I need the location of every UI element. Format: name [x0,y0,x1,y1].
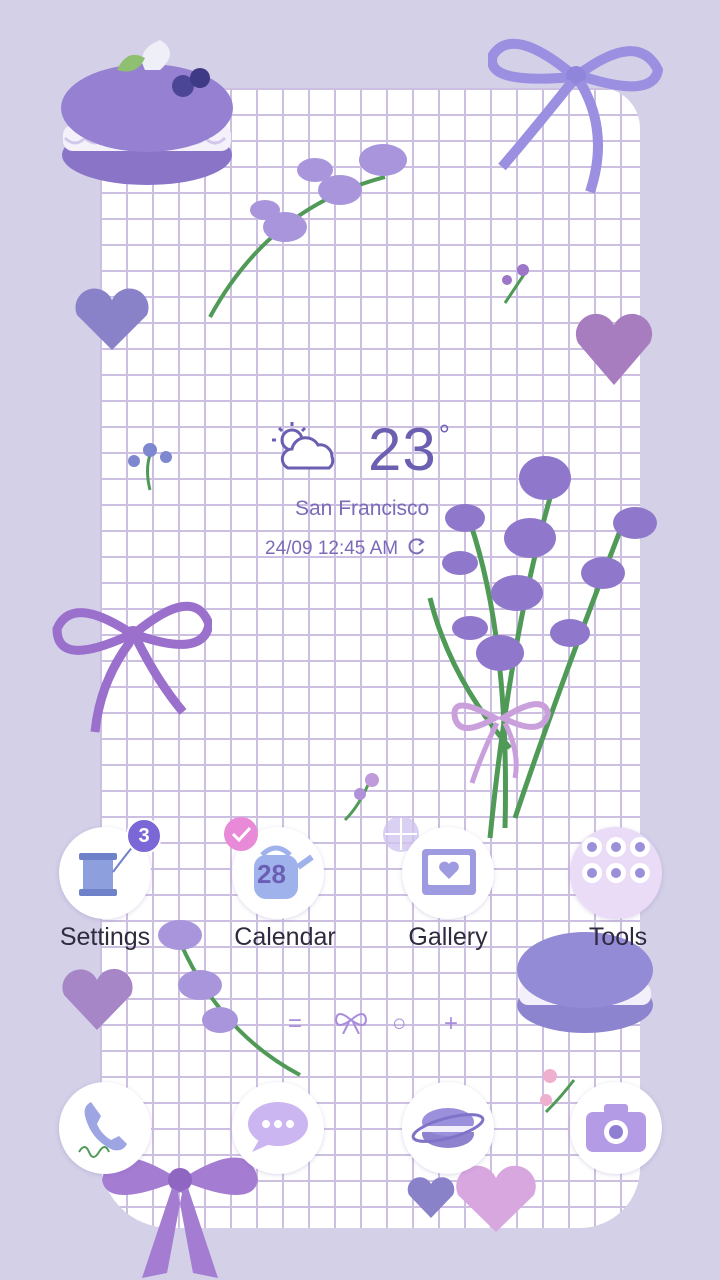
camera-app-icon[interactable] [570,1082,662,1174]
refresh-icon[interactable] [407,537,427,557]
check-badge-icon [224,817,258,851]
settings-label[interactable]: Settings [45,923,165,952]
ribbon-bow-top-right-icon [488,38,663,194]
phone-icon [78,1102,127,1158]
internet-app-icon[interactable] [402,1082,494,1174]
page-indicator-add[interactable]: + [444,1010,458,1038]
planet-macaron-icon [411,1108,485,1148]
heart-bottom-left-icon [62,968,133,1030]
home-screen: { "theme": { "accent": "#7b67d6", "backg… [0,0,720,1280]
partly-cloudy-icon [272,422,335,470]
tools-folder-grid-icon [582,837,650,883]
city-name: San Francisco [295,497,430,520]
heart-left-icon [75,288,149,350]
lavender-sprig-top-icon [208,144,407,318]
heart-right-icon [575,313,653,385]
gallery-app-icon[interactable] [402,827,494,919]
temperature: 23° [368,415,451,484]
small-flower-icon [502,264,529,304]
weather-datetime: 24/09 12:45 AM [265,537,427,560]
ribbon-bow-left-icon [52,601,212,733]
tools-folder-icon[interactable] [570,827,662,919]
page-indicator-menu[interactable]: = [288,1010,302,1038]
gallery-label[interactable]: Gallery [398,923,498,952]
temperature-unit: ° [438,419,451,450]
photo-heart-icon [422,849,476,895]
blue-flower-icon [128,443,172,491]
calendar-day: 28 [257,859,286,889]
calendar-label[interactable]: Calendar [223,923,347,952]
temperature-value: 23 [368,416,437,483]
messages-app-icon[interactable] [232,1082,324,1174]
tiny-flower-sprig-icon [343,773,379,822]
camera-icon [586,1104,646,1152]
page-indicator-home[interactable]: ○ [392,1010,407,1038]
messages-icon [248,1102,308,1152]
notification-badge: 3 [126,818,162,854]
page-indicator-bow-icon[interactable] [334,1010,368,1034]
tools-label[interactable]: Tools [578,923,658,952]
weather-widget[interactable]: 23° San Francisco 24/09 12:45 AM [265,415,470,565]
phone-app-icon[interactable] [59,1082,151,1174]
datetime-text: 24/09 12:45 AM [265,538,399,559]
